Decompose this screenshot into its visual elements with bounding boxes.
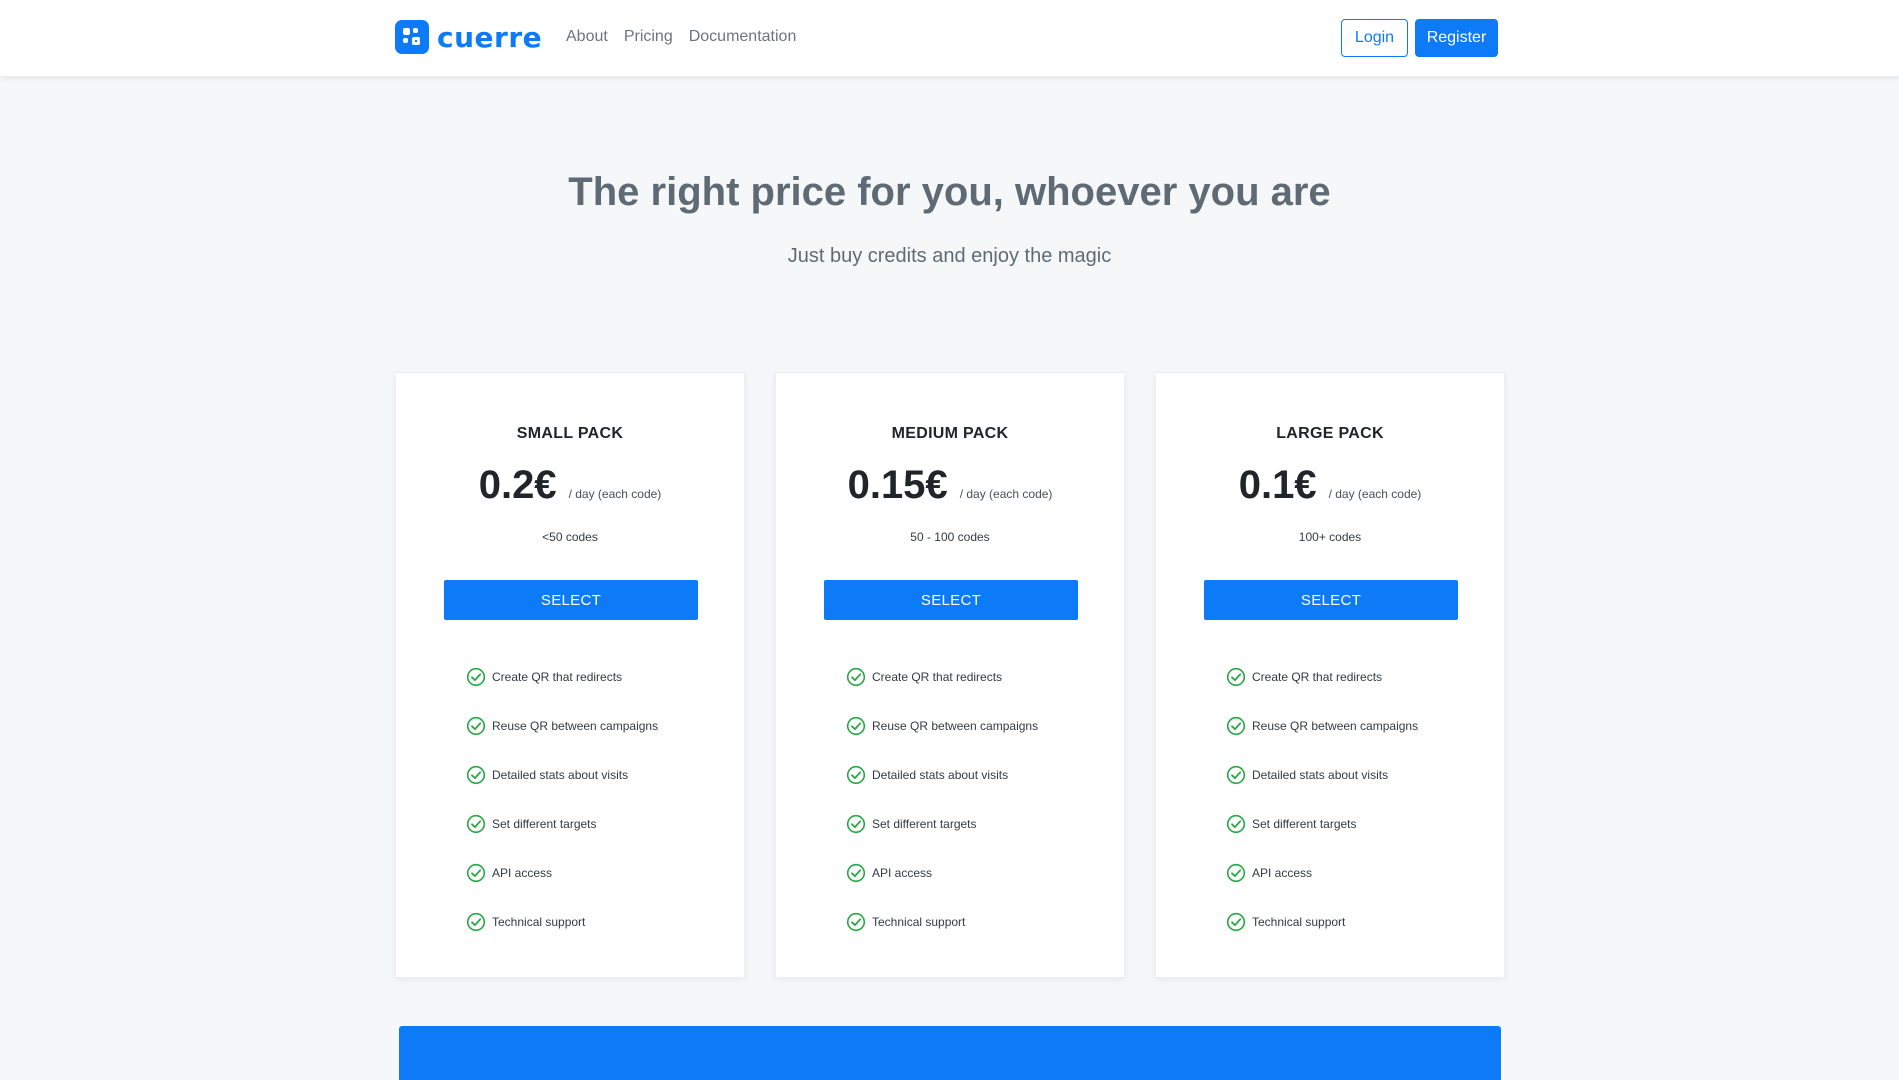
feature-label: Reuse QR between campaigns (1252, 718, 1419, 733)
feature-list: Create QR that redirects Reuse QR betwee… (466, 652, 658, 946)
plan-code-range: 50 - 100 codes (910, 530, 990, 544)
check-circle-icon (846, 912, 866, 931)
feature-label: Create QR that redirects (872, 669, 1003, 684)
price-row: 0.1€ / day (each code) (1156, 463, 1504, 508)
select-medium-pack-button[interactable]: SELECT (824, 580, 1078, 620)
feature-item: Reuse QR between campaigns (1226, 701, 1418, 750)
feature-item: Create QR that redirects (846, 652, 1038, 701)
feature-label: Detailed stats about visits (872, 767, 1009, 782)
register-button[interactable]: Register (1415, 19, 1498, 57)
check-circle-icon (846, 863, 866, 882)
plan-period: / day (each code) (959, 487, 1053, 501)
feature-label: Reuse QR between campaigns (492, 718, 659, 733)
feature-item: Set different targets (466, 799, 658, 848)
top-navbar: cuerre About Pricing Documentation Login… (0, 0, 1899, 77)
feature-label: API access (872, 865, 933, 880)
check-circle-icon (1226, 863, 1246, 882)
check-circle-icon (846, 765, 866, 784)
plan-title: SMALL PACK (516, 425, 624, 442)
page-title: The right price for you, whoever you are (568, 170, 1331, 214)
nav-link-about[interactable]: About (566, 28, 608, 46)
pricing-card-large: LARGE PACK 0.1€ / day (each code) 100+ c… (1155, 372, 1505, 978)
feature-label: Set different targets (872, 816, 977, 831)
feature-item: Detailed stats about visits (466, 750, 658, 799)
feature-item: Technical support (466, 897, 658, 946)
pricing-card-medium: MEDIUM PACK 0.15€ / day (each code) 50 -… (775, 372, 1125, 978)
feature-item: Reuse QR between campaigns (466, 701, 658, 750)
main-nav: About Pricing Documentation (566, 28, 796, 46)
feature-label: Technical support (492, 914, 586, 929)
check-circle-icon (1226, 912, 1246, 931)
feature-list: Create QR that redirects Reuse QR betwee… (846, 652, 1038, 946)
page-subtitle: Just buy credits and enjoy the magic (787, 245, 1112, 267)
select-large-pack-button[interactable]: SELECT (1204, 580, 1458, 620)
feature-label: Create QR that redirects (492, 669, 623, 684)
brand-name: cuerre (437, 20, 543, 54)
check-circle-icon (1226, 716, 1246, 735)
feature-item: Reuse QR between campaigns (846, 701, 1038, 750)
qr-logo-icon (395, 20, 429, 54)
plan-price: 0.2€ (478, 463, 557, 507)
feature-label: Reuse QR between campaigns (872, 718, 1039, 733)
plan-price: 0.1€ (1238, 463, 1317, 507)
feature-label: Technical support (872, 914, 966, 929)
feature-item: Create QR that redirects (1226, 652, 1418, 701)
plan-code-range: 100+ codes (1298, 530, 1362, 544)
check-circle-icon (846, 667, 866, 686)
check-circle-icon (846, 814, 866, 833)
check-circle-icon (1226, 667, 1246, 686)
plan-period: / day (each code) (568, 487, 662, 501)
price-row: 0.2€ / day (each code) (396, 463, 744, 508)
feature-item: API access (1226, 848, 1418, 897)
pricing-card-small: SMALL PACK 0.2€ / day (each code) <50 co… (395, 372, 745, 978)
feature-label: Detailed stats about visits (492, 767, 629, 782)
plan-price: 0.15€ (847, 463, 948, 507)
feature-label: API access (1252, 865, 1313, 880)
plan-code-range: <50 codes (542, 530, 598, 544)
feature-item: Create QR that redirects (466, 652, 658, 701)
check-circle-icon (466, 716, 486, 735)
feature-label: Set different targets (492, 816, 597, 831)
nav-link-pricing[interactable]: Pricing (624, 28, 673, 46)
check-circle-icon (466, 814, 486, 833)
check-circle-icon (466, 863, 486, 882)
feature-label: Create QR that redirects (1252, 669, 1383, 684)
select-small-pack-button[interactable]: SELECT (444, 580, 698, 620)
feature-item: Set different targets (846, 799, 1038, 848)
feature-label: Detailed stats about visits (1252, 767, 1389, 782)
feature-list: Create QR that redirects Reuse QR betwee… (1226, 652, 1418, 946)
brand-link[interactable]: cuerre (395, 20, 542, 54)
check-circle-icon (1226, 814, 1246, 833)
feature-label: API access (492, 865, 553, 880)
bottom-cta-banner (399, 1026, 1501, 1080)
feature-item: Detailed stats about visits (846, 750, 1038, 799)
price-row: 0.15€ / day (each code) (776, 463, 1124, 508)
feature-item: Technical support (846, 897, 1038, 946)
nav-link-documentation[interactable]: Documentation (689, 28, 797, 46)
feature-item: Set different targets (1226, 799, 1418, 848)
feature-item: Detailed stats about visits (1226, 750, 1418, 799)
check-circle-icon (466, 912, 486, 931)
feature-label: Set different targets (1252, 816, 1357, 831)
plan-title: LARGE PACK (1276, 425, 1384, 442)
feature-item: API access (466, 848, 658, 897)
plan-period: / day (each code) (1328, 487, 1422, 501)
feature-label: Technical support (1252, 914, 1346, 929)
plan-title: MEDIUM PACK (891, 425, 1009, 442)
check-circle-icon (466, 667, 486, 686)
check-circle-icon (846, 716, 866, 735)
feature-item: API access (846, 848, 1038, 897)
feature-item: Technical support (1226, 897, 1418, 946)
check-circle-icon (1226, 765, 1246, 784)
login-button[interactable]: Login (1341, 19, 1408, 57)
check-circle-icon (466, 765, 486, 784)
